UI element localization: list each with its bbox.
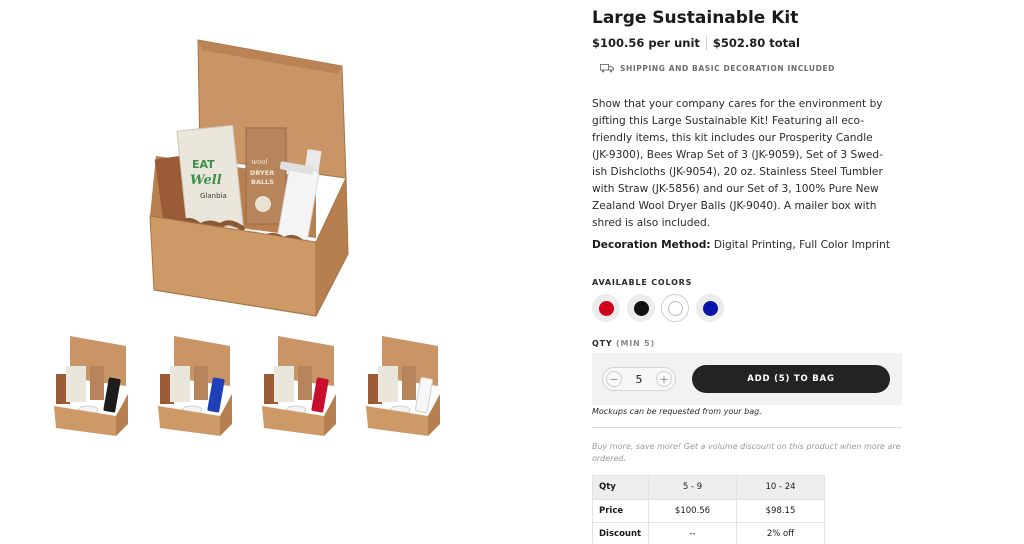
color-swatches [592,294,792,324]
price-per-unit: $100.56 per unit [592,36,700,50]
table-header-cell: 5 - 9 [648,475,737,500]
quantity-label: QTY (MIN 5) [592,339,655,348]
add-to-bag-button[interactable]: ADD (5) TO BAG [692,365,890,393]
thumbnail-black-image [54,336,128,436]
shipping-note: SHIPPING AND BASIC DECORATION INCLUDED [600,63,835,73]
table-row-label: Price [592,498,649,523]
price-divider [705,36,707,50]
swatch-white-selected[interactable] [661,294,689,322]
swatch-white-dot [667,300,683,316]
thumbnail-white-image [366,336,440,436]
quantity-stepper: − + [602,367,676,391]
shipping-text: SHIPPING AND BASIC DECORATION INCLUDED [620,63,835,73]
table-cell: $100.56 [648,498,737,523]
product-title: Large Sustainable Kit [592,8,799,28]
mockup-note: Mockups can be requested from your bag. [592,407,762,416]
table-header-cell: Qty [592,475,649,500]
pricing-line: $100.56 per unit $502.80 total [592,36,800,50]
balls-text: BALLS [251,178,274,186]
available-colors-label: AVAILABLE COLORS [592,278,693,287]
main-product-image[interactable]: EAT Well Glanbia wool DRYER BALLS [120,28,380,328]
dryer-text: DRYER [250,169,274,177]
table-header-row: Qty 5 - 9 10 - 24 [592,475,825,500]
product-gallery: EAT Well Glanbia wool DRYER BALLS [0,0,560,544]
price-total: $502.80 total [712,36,800,50]
swatch-black-dot [633,300,649,316]
eat-text: EAT [192,158,215,171]
decoration-label: Decoration Method: [592,239,711,251]
add-to-bag-box: − + ADD (5) TO BAG [592,353,902,405]
thumbnail-blue[interactable] [152,332,236,442]
volume-pricing-table: Qty 5 - 9 10 - 24 Price $100.56 $98.15 D… [592,475,825,544]
table-row: Discount -- 2% off [592,522,825,544]
section-divider [592,427,902,428]
table-cell: $98.15 [736,498,825,523]
table-cell: 2% off [736,522,825,544]
table-row: Price $100.56 $98.15 [592,498,825,523]
decoration-value: Digital Printing, Full Color Imprint [710,239,890,251]
qty-text: QTY [592,339,613,348]
thumbnail-red-image [262,336,336,436]
swatch-blue-dot [702,300,718,316]
qty-min-text: (MIN 5) [616,339,655,348]
well-text: Well [190,173,222,188]
decrement-button[interactable]: − [606,371,622,387]
swatch-red-dot [598,300,614,316]
wool-text: wool [251,158,268,166]
swatch-blue[interactable] [696,294,724,322]
thumbnail-red[interactable] [256,332,340,442]
truck-icon [600,64,614,73]
thumbnail-white[interactable] [360,332,444,442]
table-header-cell: 10 - 24 [736,475,825,500]
product-description: Show that your company cares for the env… [592,98,883,229]
table-cell: -- [648,522,737,544]
thumbnail-blue-image [158,336,232,436]
increment-button[interactable]: + [656,371,672,387]
quantity-input[interactable] [627,372,651,386]
thumbnail-black[interactable] [48,332,132,442]
decoration-method: Decoration Method: Digital Printing, Ful… [592,239,890,251]
volume-discount-note: Buy more, save more! Get a volume discou… [592,442,901,463]
brand-text: Glanbia [200,192,227,200]
table-row-label: Discount [592,522,649,544]
swatch-red[interactable] [592,294,620,322]
thumbnail-strip [48,332,448,452]
swatch-black[interactable] [627,294,655,322]
